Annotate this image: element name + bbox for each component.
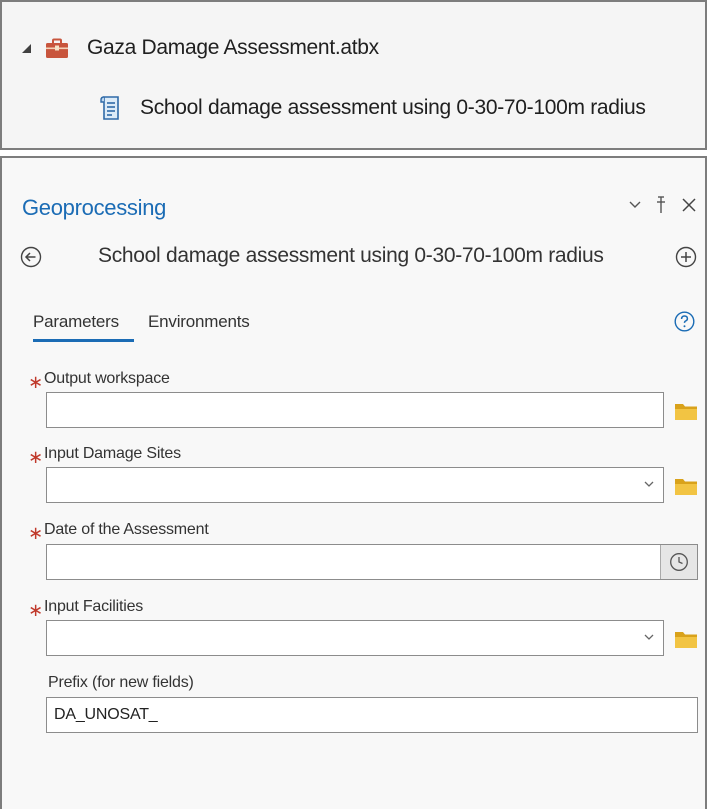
expand-arrow-icon[interactable] [22, 43, 31, 53]
chevron-down-icon[interactable] [644, 632, 654, 642]
chevron-down-icon[interactable] [644, 479, 654, 489]
param-label-input-facilities: Input Facilities [44, 598, 144, 615]
folder-icon[interactable] [674, 401, 698, 421]
param-label-prefix: Prefix (for new fields) [48, 674, 194, 691]
geoprocessing-pane: Geoprocessing School damage assessment u… [0, 156, 707, 809]
close-icon[interactable] [681, 197, 697, 213]
output-workspace-input[interactable] [46, 392, 664, 428]
param-label-input-damage-sites: Input Damage Sites [44, 445, 181, 462]
script-tool-item[interactable]: School damage assessment using 0-30-70-1… [100, 88, 646, 128]
folder-icon[interactable] [674, 629, 698, 649]
script-tool-icon [100, 96, 119, 120]
prefix-input[interactable]: DA_UNOSAT_ [46, 697, 698, 733]
date-of-assessment-input[interactable] [46, 544, 698, 580]
options-chevron-icon[interactable] [629, 200, 641, 210]
tab-parameters[interactable]: Parameters [33, 312, 119, 332]
clock-icon [670, 553, 688, 571]
catalog-panel: Gaza Damage Assessment.atbx School damag… [0, 0, 707, 150]
active-tab-indicator [33, 339, 134, 342]
toolbox-item[interactable]: Gaza Damage Assessment.atbx [22, 28, 379, 68]
pane-title: Geoprocessing [22, 195, 167, 220]
add-icon[interactable] [675, 246, 697, 268]
required-marker: ∗ [28, 447, 44, 467]
date-picker-button[interactable] [660, 545, 697, 579]
toolbox-name: Gaza Damage Assessment.atbx [87, 36, 379, 59]
param-label-date-of-assessment: Date of the Assessment [44, 521, 209, 538]
required-marker: ∗ [28, 523, 44, 543]
required-marker: ∗ [28, 372, 44, 392]
param-label-output-workspace: Output workspace [44, 370, 170, 387]
required-marker: ∗ [28, 600, 44, 620]
back-arrow-icon[interactable] [20, 246, 42, 268]
help-icon[interactable] [674, 311, 695, 332]
input-facilities-dropdown[interactable] [46, 620, 664, 656]
window-controls [629, 196, 697, 214]
folder-icon[interactable] [674, 476, 698, 496]
toolbox-icon [46, 38, 68, 58]
tab-environments[interactable]: Environments [148, 312, 250, 332]
tool-title: School damage assessment using 0-30-70-1… [98, 244, 604, 267]
input-damage-sites-dropdown[interactable] [46, 467, 664, 503]
pin-icon[interactable] [655, 196, 667, 214]
script-tool-name: School damage assessment using 0-30-70-1… [140, 96, 646, 119]
